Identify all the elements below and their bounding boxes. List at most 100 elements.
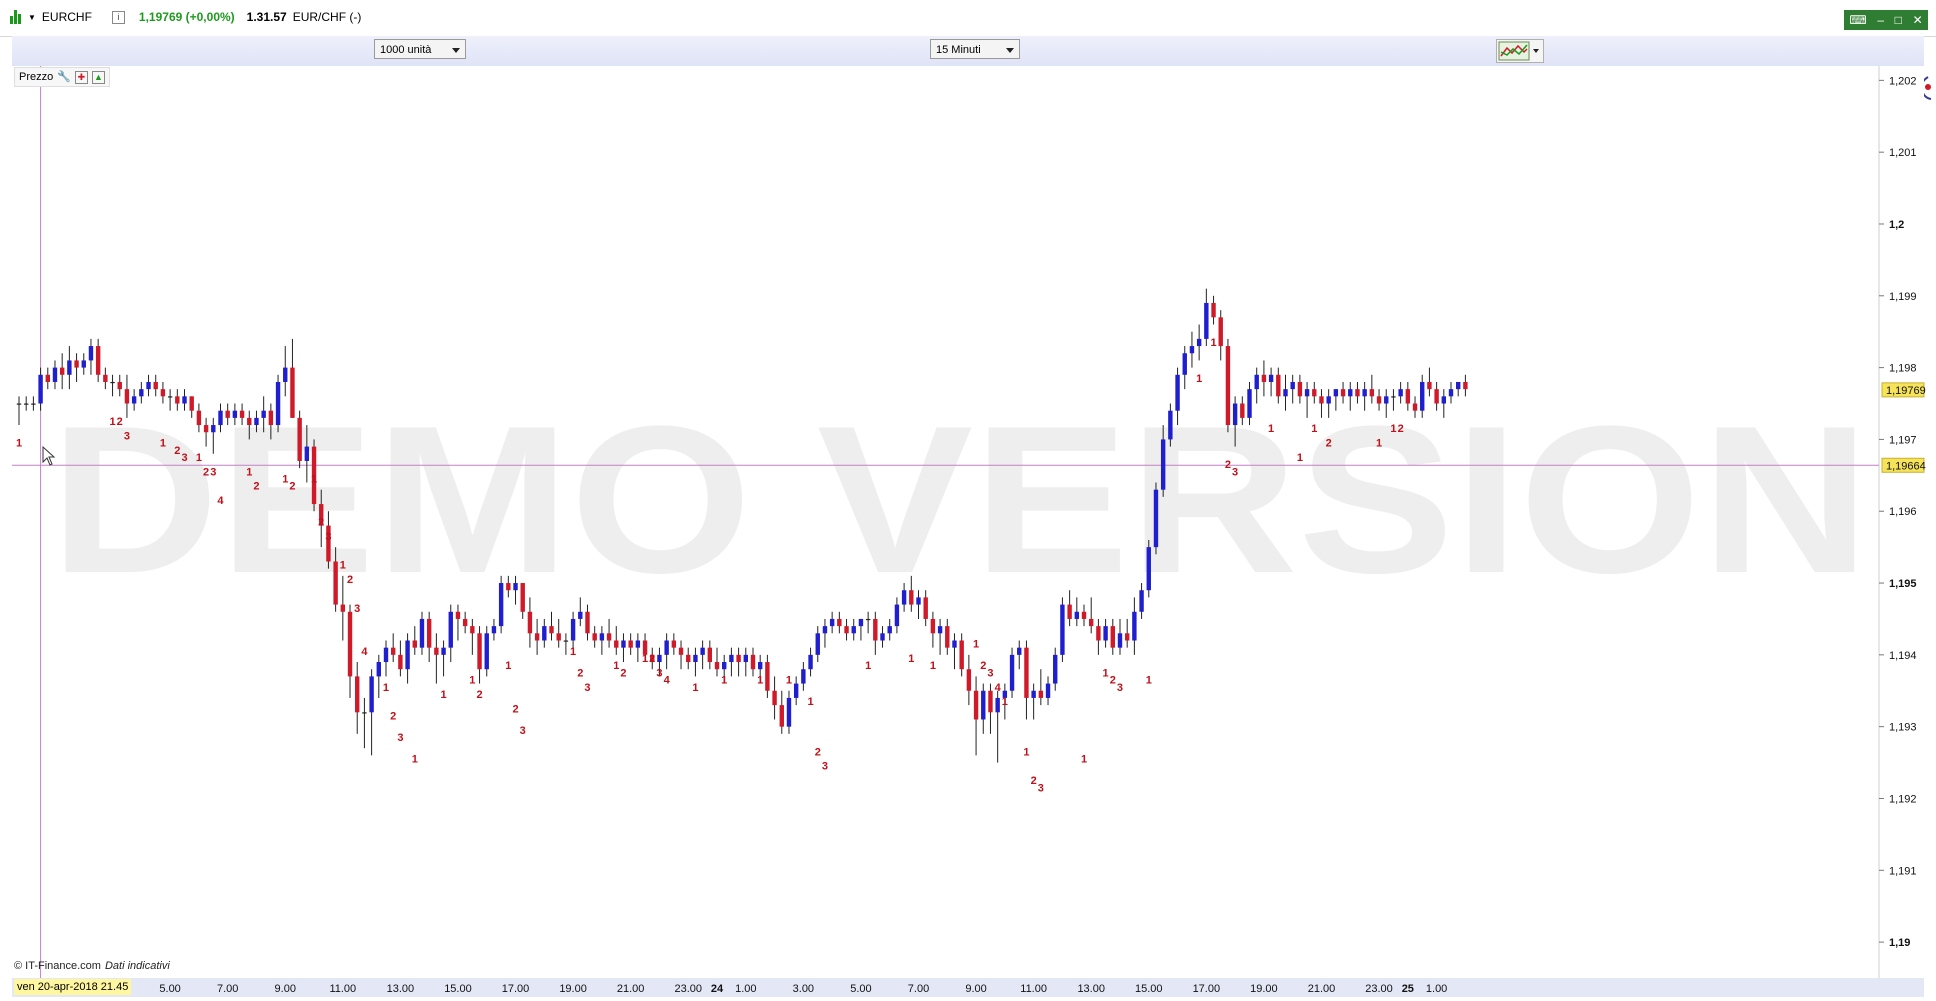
candle-body (757, 662, 763, 670)
candle-body (1254, 374, 1259, 390)
candle-body (1268, 374, 1274, 382)
candle-body (534, 633, 540, 641)
candle-body (1427, 381, 1432, 390)
sequence-count-label: 2 (390, 710, 396, 722)
candle-body (772, 690, 777, 706)
candle-body (16, 403, 22, 405)
candle-body (110, 381, 115, 384)
sequence-count-label: 2 (289, 481, 295, 493)
candle-body (563, 640, 569, 642)
candle-body (542, 626, 547, 641)
candle-body (59, 367, 65, 375)
candle-body (1074, 611, 1080, 619)
remove-icon[interactable]: ✚ (74, 70, 88, 84)
y-tick-label: 1,192 (1889, 793, 1917, 805)
candle-body (218, 410, 223, 426)
candle-body (1211, 302, 1216, 318)
sequence-count-label: 2 (347, 574, 353, 586)
candle-body (1463, 381, 1468, 390)
candle-body (664, 640, 669, 655)
legend-label: Prezzo (19, 71, 54, 83)
candle-body (520, 583, 525, 612)
candle (1009, 647, 1015, 698)
wrench-icon[interactable]: 🔧 (57, 68, 71, 86)
candle-body (1139, 590, 1144, 612)
sequence-count-label: 1 (109, 416, 115, 428)
sequence-count-label: 1 (1297, 452, 1303, 464)
candle (297, 410, 302, 469)
x-tick-label: 15.00 (1135, 983, 1163, 995)
candle-body (851, 626, 856, 634)
candle-body (923, 597, 928, 619)
candle-body (304, 446, 310, 461)
sequence-count-label: 2 (318, 517, 324, 529)
candle-body (599, 633, 605, 641)
candle (275, 374, 281, 433)
candle-body (1081, 611, 1087, 619)
disclaimer-text: Dati indicativi (104, 960, 170, 972)
move-up-icon[interactable]: ▲ (91, 70, 105, 84)
sequence-count-label: 3 (584, 682, 590, 694)
y-tick-label: 1,201 (1889, 147, 1917, 159)
candle-body (1376, 396, 1382, 404)
candle-body (513, 583, 518, 591)
sequence-count-label: 4 (664, 675, 671, 687)
sequence-count-label: 3 (1117, 682, 1123, 694)
candle-body (829, 618, 835, 627)
candle-body (1247, 389, 1252, 418)
candle-body (131, 396, 137, 404)
candle-body (1053, 654, 1058, 684)
x-tick-label: 19.00 (1250, 983, 1278, 995)
candle-body (1319, 396, 1324, 404)
candle-body (1096, 626, 1101, 641)
candle-body (729, 654, 734, 663)
price-chart[interactable]: DEMO VERSION 11 23123 12 341212123123412311… (0, 0, 1936, 1001)
sequence-count-label: 1 (721, 675, 727, 687)
sequence-count-label: 2 (476, 689, 482, 701)
sequence-count-label: 3 (210, 466, 216, 478)
sequence-count-label: 1 (505, 660, 511, 672)
sequence-count-label: 3 (987, 667, 993, 679)
sequence-count-label: 1 (1103, 667, 1109, 679)
candle-body (462, 618, 468, 627)
x-tick-label: 17.00 (502, 983, 530, 995)
y-tick-label: 1,199 (1889, 291, 1917, 303)
candle-body (635, 640, 641, 648)
candle-body (247, 417, 252, 426)
candle-body (779, 705, 784, 727)
candle-body (1103, 626, 1108, 641)
candle-body (1420, 381, 1425, 411)
candle-body (1297, 381, 1303, 397)
y-tick-label: 1,193 (1889, 722, 1917, 734)
y-tick-label: 1,191 (1889, 865, 1917, 877)
candle (1146, 539, 1151, 598)
candle-body (1384, 396, 1389, 404)
candle-body (686, 654, 691, 663)
y-axis-panel (1879, 66, 1924, 978)
sequence-count-label: 2 (980, 660, 986, 672)
candle-body (239, 410, 245, 418)
candle-body (1340, 389, 1346, 397)
candle-body (995, 697, 1000, 713)
candle-body (1355, 389, 1360, 397)
candle-body (347, 611, 353, 677)
cursor-date-badge: ven 20-apr-2018 21.45 (14, 979, 132, 995)
candle (1060, 597, 1065, 663)
y-tick-label: 1,19 (1889, 937, 1910, 949)
x-tick-label: 11.00 (329, 983, 356, 995)
candle-body (578, 611, 583, 619)
sequence-count-label: 2 (815, 746, 821, 758)
candle-body (1038, 690, 1044, 698)
x-tick-label: 21.00 (1308, 983, 1336, 995)
indicator-legend[interactable]: Prezzo 🔧 ✚ ▲ (14, 67, 110, 87)
candle-body (1175, 374, 1180, 411)
sequence-count-label: 1 (1311, 423, 1317, 435)
candle-body (678, 647, 684, 655)
candle-body (981, 690, 986, 720)
last-price-tag-label: 1,19769 (1886, 385, 1926, 397)
last-price-tag: 1,19769 (1881, 382, 1926, 398)
candle-body (1024, 647, 1029, 698)
candle-body (585, 611, 590, 634)
candle-body (211, 425, 216, 433)
candle-body (146, 381, 151, 390)
